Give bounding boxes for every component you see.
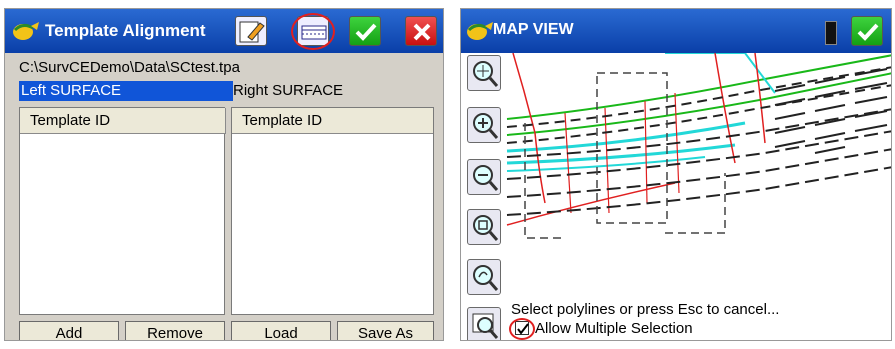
map-title-bar: MAP VIEW: [461, 9, 891, 53]
right-template-list[interactable]: Template ID: [231, 107, 434, 315]
header-filler: [407, 108, 433, 134]
edit-pencil-icon: [239, 21, 265, 43]
polyline-layer: [506, 53, 891, 239]
zoom-window-icon: [473, 215, 499, 241]
save-as-button[interactable]: Save As: [337, 321, 434, 340]
map-ok-button[interactable]: [851, 16, 883, 46]
highlight-circle: [291, 13, 335, 50]
template-alignment-window: Template Alignment C:\SurvCEDemo\Data\SC…: [4, 8, 444, 341]
zoom-in-button[interactable]: [467, 107, 501, 143]
status-message: Select polylines or press Esc to cancel.…: [511, 301, 780, 318]
left-template-list[interactable]: Template ID: [19, 107, 226, 315]
right-surface-label[interactable]: Right SURFACE: [233, 81, 343, 101]
zoom-previous-icon: [473, 265, 499, 291]
app-logo-icon: [467, 22, 493, 40]
zoom-object-button[interactable]: [467, 307, 501, 340]
ok-button[interactable]: [349, 16, 381, 46]
right-column-header[interactable]: Template ID: [232, 108, 409, 134]
checkmark-icon: [355, 23, 377, 41]
app-logo-icon: [13, 22, 39, 40]
highlight-circle: [509, 318, 535, 340]
map-canvas[interactable]: [505, 53, 892, 290]
remove-button[interactable]: Remove: [125, 321, 225, 340]
allow-multiple-row[interactable]: Allow Multiple Selection: [511, 320, 693, 337]
left-surface-label[interactable]: Left SURFACE: [19, 81, 233, 101]
close-icon: [413, 23, 431, 41]
close-button[interactable]: [405, 16, 437, 46]
zoom-window-button[interactable]: [467, 209, 501, 245]
zoom-object-icon: [472, 313, 499, 339]
edit-button[interactable]: [235, 16, 267, 46]
checkmark-icon: [857, 23, 879, 41]
zoom-out-button[interactable]: [467, 159, 501, 195]
file-path: C:\SurvCEDemo\Data\SCtest.tpa: [19, 59, 240, 76]
load-button[interactable]: Load: [231, 321, 331, 340]
map-view-window: MAP VIEW Select polylines or press Esc t…: [460, 8, 892, 341]
zoom-in-icon: [473, 113, 499, 139]
add-button[interactable]: Add: [19, 321, 119, 340]
zoom-extents-icon: [473, 61, 499, 87]
title-bar: Template Alignment: [5, 9, 443, 53]
battery-icon: [825, 21, 837, 45]
map-title: MAP VIEW: [493, 21, 574, 38]
zoom-previous-button[interactable]: [467, 259, 501, 295]
zoom-out-icon: [473, 165, 499, 191]
zoom-extents-button[interactable]: [467, 55, 501, 91]
left-column-header[interactable]: Template ID: [20, 108, 226, 134]
allow-multiple-label: Allow Multiple Selection: [535, 320, 693, 337]
window-title: Template Alignment: [45, 21, 206, 40]
